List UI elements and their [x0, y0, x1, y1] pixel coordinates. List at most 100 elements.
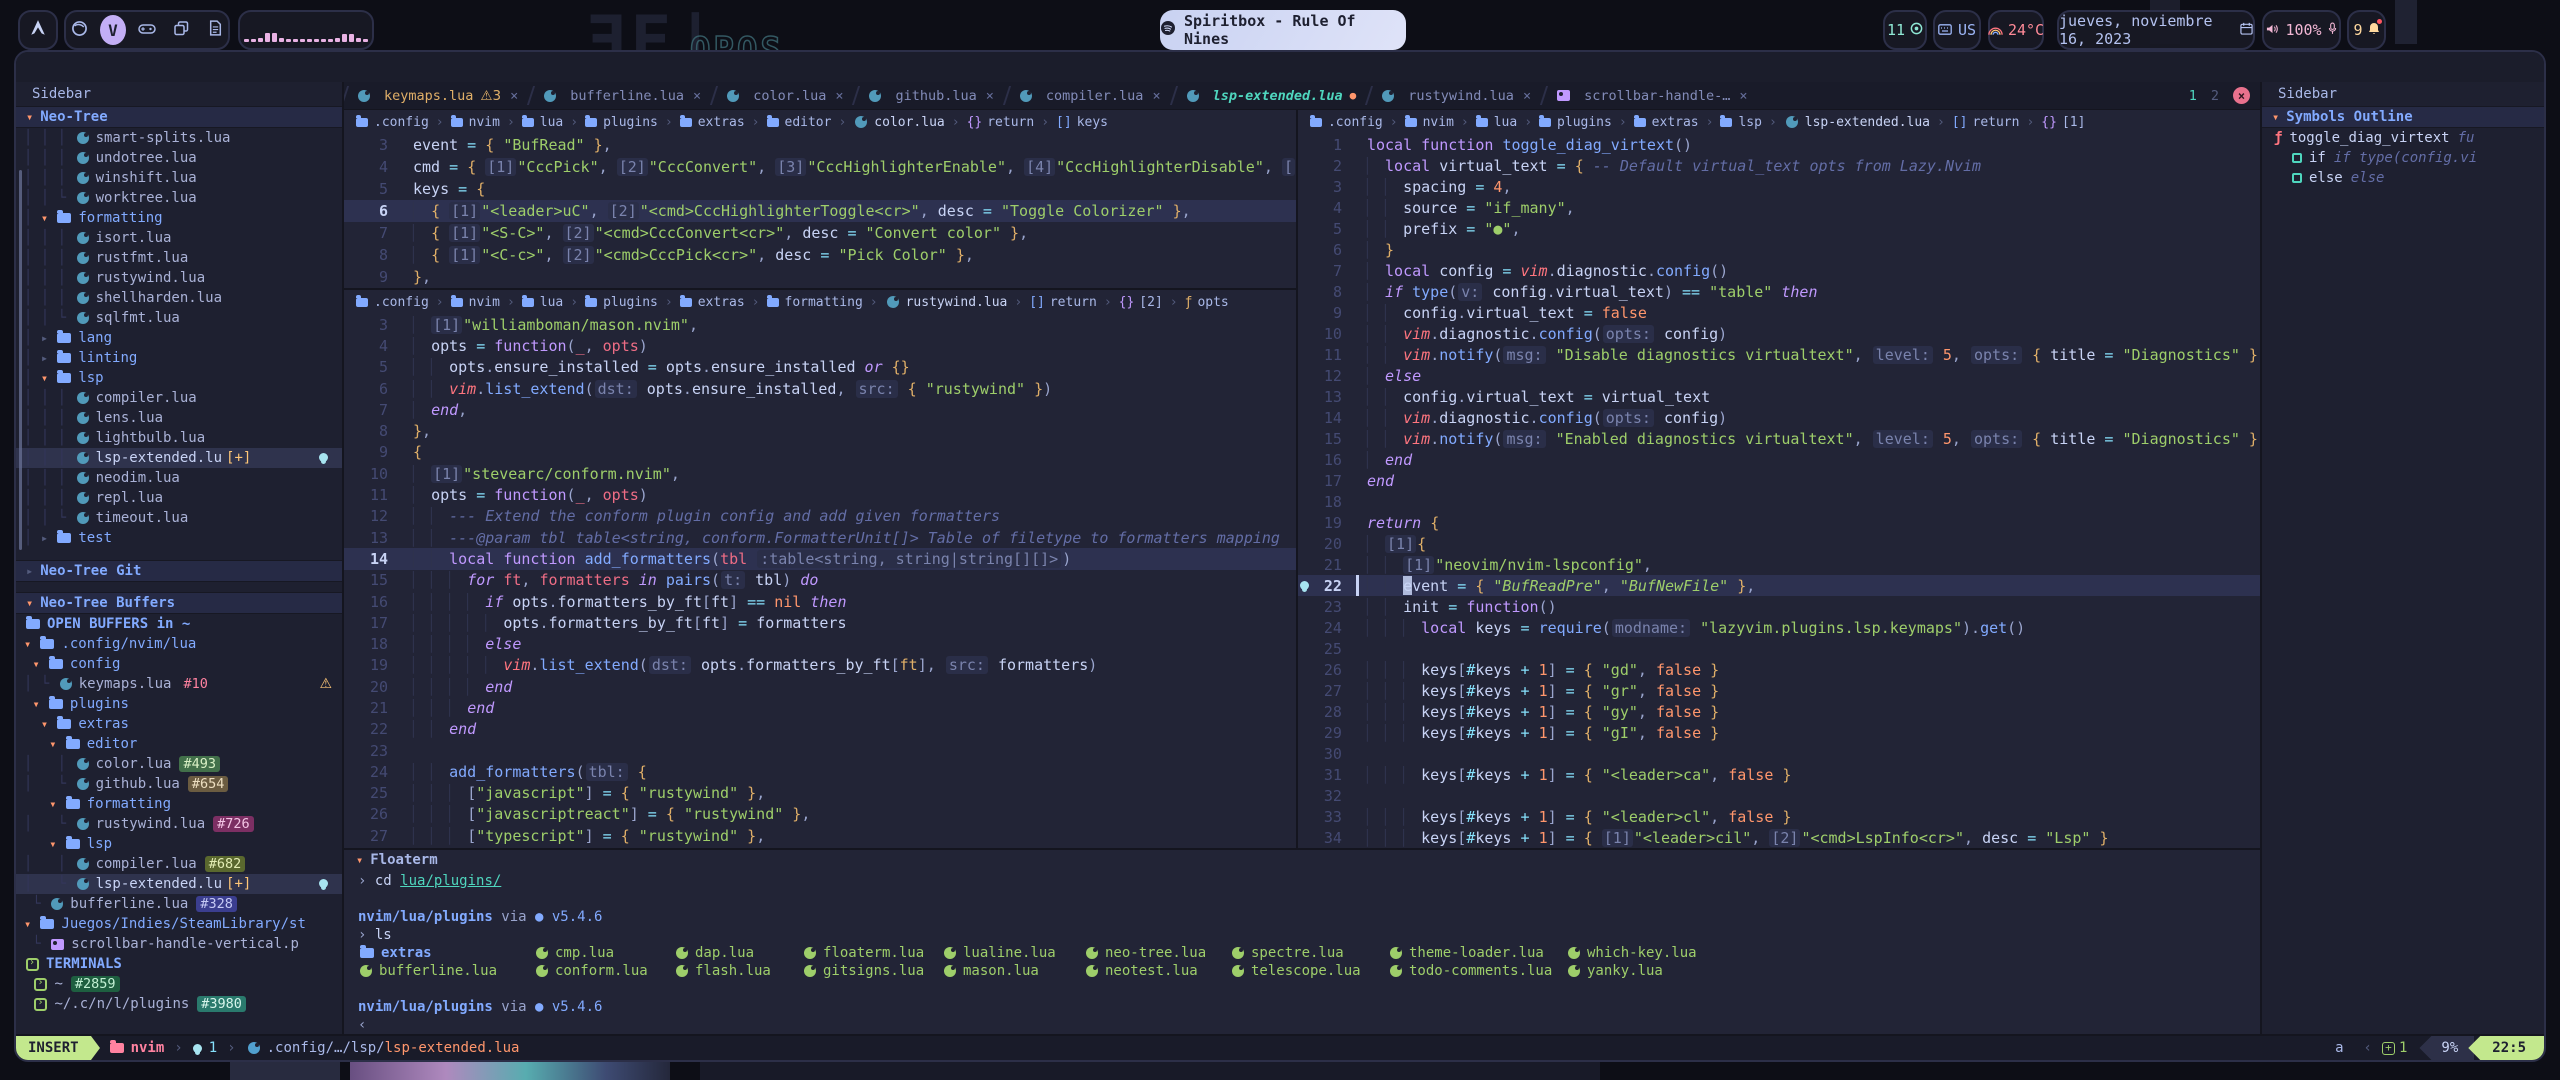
tree-item[interactable]: OPEN BUFFERS in ~ [16, 614, 342, 634]
tree-item[interactable]: │ ▾ formatting [16, 208, 342, 228]
tree-item[interactable]: │ │ └ sqlfmt.lua [16, 308, 342, 328]
code-line[interactable]: 15▏ ▏ vim.notify(msg: "Enabled diagnosti… [1298, 428, 2260, 449]
symbols-outline-header[interactable]: ▾ Symbols Outline [2262, 106, 2544, 128]
code-line[interactable]: 30 [1298, 743, 2260, 764]
tree-item[interactable]: │ └ github.lua#654 [16, 774, 342, 794]
tree-item[interactable]: ▾ plugins [16, 694, 342, 714]
code-line[interactable]: 23 [344, 740, 1296, 761]
code-line[interactable]: 21▏ ▏ [1]"neovim/nvim-lspconfig", [1298, 554, 2260, 575]
close-icon[interactable]: × [835, 88, 843, 104]
tree-item[interactable]: ▾ config [16, 654, 342, 674]
tree-item[interactable]: └ scrollbar-handle-vertical.p [16, 934, 342, 954]
chevron-right-icon[interactable]: ▸ [41, 331, 55, 345]
breadcrumb-item[interactable]: []return [1952, 115, 2020, 130]
breadcrumb-item[interactable]: formatting [767, 295, 863, 310]
tree-item[interactable]: ▾ .config/nvim/lua [16, 634, 342, 654]
chevron-down-icon[interactable]: ▾ [49, 797, 63, 811]
tree-item[interactable]: │ │ │ repl.lua [16, 488, 342, 508]
breadcrumb-item[interactable]: lua [522, 115, 563, 130]
breadcrumb-item[interactable]: plugins [1539, 115, 1612, 130]
breadcrumb-item[interactable]: plugins [585, 295, 658, 310]
chevron-down-icon[interactable]: ▾ [32, 657, 46, 671]
close-icon[interactable]: × [986, 88, 994, 104]
breadcrumb-item[interactable]: lsp-extended.lua [1784, 115, 1930, 130]
workspace-firefox[interactable] [66, 15, 92, 45]
code-line[interactable]: 21▏ ▏ ▏ end [344, 697, 1296, 718]
chevron-right-icon[interactable]: ▸ [41, 531, 55, 545]
code-line[interactable]: 9}, [344, 266, 1296, 288]
code-line[interactable]: 27▏ ▏ ▏ keys[#keys + 1] = { "gr", false … [1298, 680, 2260, 701]
code-line[interactable]: 6▏ ▏ vim.list_extend(dst: opts.ensure_in… [344, 378, 1296, 399]
tree-item[interactable]: ~/.c/n/l/plugins#3980 [16, 994, 342, 1014]
code-line[interactable]: 4▏ opts = function(_, opts) [344, 335, 1296, 356]
code-line[interactable]: 9▏ ▏ config.virtual_text = false [1298, 302, 2260, 323]
breadcrumb-item[interactable]: .config [356, 295, 429, 310]
code-line[interactable]: 26▏ ▏ ▏ ["javascriptreact"] = { "rustywi… [344, 804, 1296, 825]
notifications-widget[interactable]: 9 [2347, 10, 2386, 50]
tree-item[interactable]: │ │ color.lua#493 [16, 754, 342, 774]
code-line[interactable]: 5▏ ▏ prefix = "●", [1298, 218, 2260, 239]
code-line[interactable]: 34▏ ▏ ▏ keys[#keys + 1] = { [1]"<leader>… [1298, 827, 2260, 848]
code-line[interactable]: 3▏ ▏ spacing = 4, [1298, 176, 2260, 197]
tree-item[interactable]: │ │ │ lsp-extended.lu[+] [16, 448, 342, 468]
code-line[interactable]: 8▏ if type(v: config.virtual_text) == "t… [1298, 281, 2260, 302]
tree-item[interactable]: │ ▾ lsp [16, 368, 342, 388]
breadcrumb-item[interactable]: nvim [451, 295, 500, 310]
code-line[interactable]: 15▏ ▏ ▏ for ft, formatters in pairs(t: t… [344, 570, 1296, 591]
tree-item[interactable]: │ │ compiler.lua#682 [16, 854, 342, 874]
floaterm-panel[interactable]: ▾ Floaterm › cd lua/plugins/nvim/lua/plu… [344, 848, 2260, 1034]
breadcrumb-item[interactable]: editor [767, 115, 832, 130]
tree-item[interactable]: └ bufferline.lua#328 [16, 894, 342, 914]
tabpage-1[interactable]: 1 [2189, 88, 2197, 104]
chevron-down-icon[interactable]: ▾ [32, 697, 46, 711]
code-line[interactable]: 3▏ [1]"williamboman/mason.nvim", [344, 314, 1296, 335]
code-line[interactable]: 24▏ ▏ add_formatters(tbl: { [344, 761, 1296, 782]
tree-item[interactable]: │ │ │ neodim.lua [16, 468, 342, 488]
tree-item[interactable]: ▾ editor [16, 734, 342, 754]
workspace-document[interactable] [202, 15, 228, 45]
code-line[interactable]: 11▏ opts = function(_, opts) [344, 484, 1296, 505]
code-line[interactable]: 11▏ ▏ vim.notify(msg: "Disable diagnosti… [1298, 344, 2260, 365]
breadcrumb-item[interactable]: lua [1476, 115, 1517, 130]
workspace-nvim[interactable]: V [100, 15, 126, 45]
tree-item[interactable]: │ │ └ timeout.lua [16, 508, 342, 528]
code-line[interactable]: 4▏ ▏ source = "if_many", [1298, 197, 2260, 218]
tree-item[interactable]: │ ▸ lang [16, 328, 342, 348]
code-line[interactable]: 17end [1298, 470, 2260, 491]
code-line[interactable]: 16▏ end [1298, 449, 2260, 470]
code-line[interactable]: 10▏ ▏ vim.diagnostic.config(opts: config… [1298, 323, 2260, 344]
date-widget[interactable]: jueves, noviembre 16, 2023 [2057, 10, 2255, 50]
code-line[interactable]: 19▏ ▏ ▏ ▏ ▏ vim.list_extend(dst: opts.fo… [344, 655, 1296, 676]
editor-lsp-extended-lua[interactable]: .config›nvim›lua›plugins›extras›lsp›lsp-… [1298, 110, 2260, 848]
breadcrumb-item[interactable]: lsp [1720, 115, 1761, 130]
breadcrumb-item[interactable]: .config [356, 115, 429, 130]
workspace-gamepad[interactable] [134, 15, 160, 45]
code-line[interactable]: 4cmd = { [1]"CccPick", [2]"CccConvert", … [344, 156, 1296, 178]
tree-item[interactable]: │ │ │ isort.lua [16, 228, 342, 248]
code-line[interactable]: 28▏ ▏ ▏ keys[#keys + 1] = { "gy", false … [1298, 701, 2260, 722]
sidebar-scrollbar[interactable] [19, 170, 22, 550]
tree-item[interactable]: │ ▸ linting [16, 348, 342, 368]
code-line[interactable]: 7▏ end, [344, 399, 1296, 420]
code-line[interactable]: 2▏ local virtual_text = { -- Default vir… [1298, 155, 2260, 176]
tree-item[interactable]: ▾ extras [16, 714, 342, 734]
code-line[interactable]: 13▏ ▏ config.virtual_text = virtual_text [1298, 386, 2260, 407]
tab-rustywind-lua[interactable]: rustywind.lua× [1368, 82, 1543, 109]
code-line[interactable]: 25 [1298, 638, 2260, 659]
close-icon[interactable]: × [1152, 88, 1160, 104]
tree-item[interactable]: │ │ │ winshift.lua [16, 168, 342, 188]
chevron-right-icon[interactable]: ▸ [41, 351, 55, 365]
code-line[interactable]: 14▏ ▏ local function add_formatters(tbl … [344, 548, 1296, 569]
tree-item[interactable]: │ │ │ compiler.lua [16, 388, 342, 408]
code-line[interactable]: 23▏ ▏ init = function() [1298, 596, 2260, 617]
chevron-down-icon[interactable]: ▾ [41, 371, 55, 385]
tab-lsp-extended-lua[interactable]: lsp-extended.lua● [1173, 82, 1369, 109]
system-graph-widget[interactable] [238, 10, 374, 50]
code-line[interactable]: 20▏ ▏ ▏ ▏ end [344, 676, 1296, 697]
tree-item[interactable]: │ └ rustywind.lua#726 [16, 814, 342, 834]
code-line[interactable]: 26▏ ▏ ▏ keys[#keys + 1] = { "gd", false … [1298, 659, 2260, 680]
updates-widget[interactable]: 11 [1883, 10, 1927, 50]
code-line[interactable]: 17▏ ▏ ▏ ▏ ▏ opts.formatters_by_ft[ft] = … [344, 612, 1296, 633]
tree-item[interactable]: │ │ │ undotree.lua [16, 148, 342, 168]
code-line[interactable]: 3event = { "BufRead" }, [344, 134, 1296, 156]
